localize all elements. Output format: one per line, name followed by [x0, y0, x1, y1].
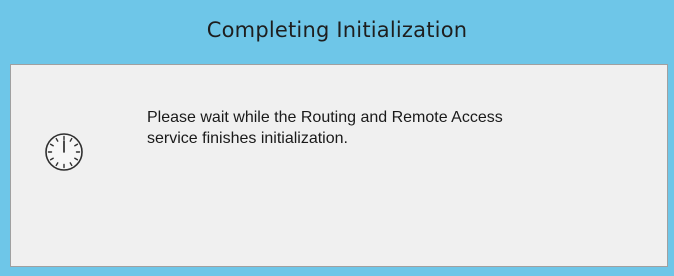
- dialog-title: Completing Initialization: [206, 18, 468, 42]
- dialog-title-bar[interactable]: Completing Initialization: [0, 0, 674, 64]
- completing-initialization-dialog: Completing Initialization Please wait wh…: [0, 0, 674, 276]
- dialog-message-line-1: Please wait while the Routing and Remote…: [147, 109, 503, 126]
- dialog-message-line-2: service finishes initialization.: [147, 130, 348, 147]
- clock-icon: [44, 132, 84, 172]
- dialog-message: Please wait while the Routing and Remote…: [147, 107, 647, 149]
- dialog-content: Please wait while the Routing and Remote…: [10, 64, 668, 267]
